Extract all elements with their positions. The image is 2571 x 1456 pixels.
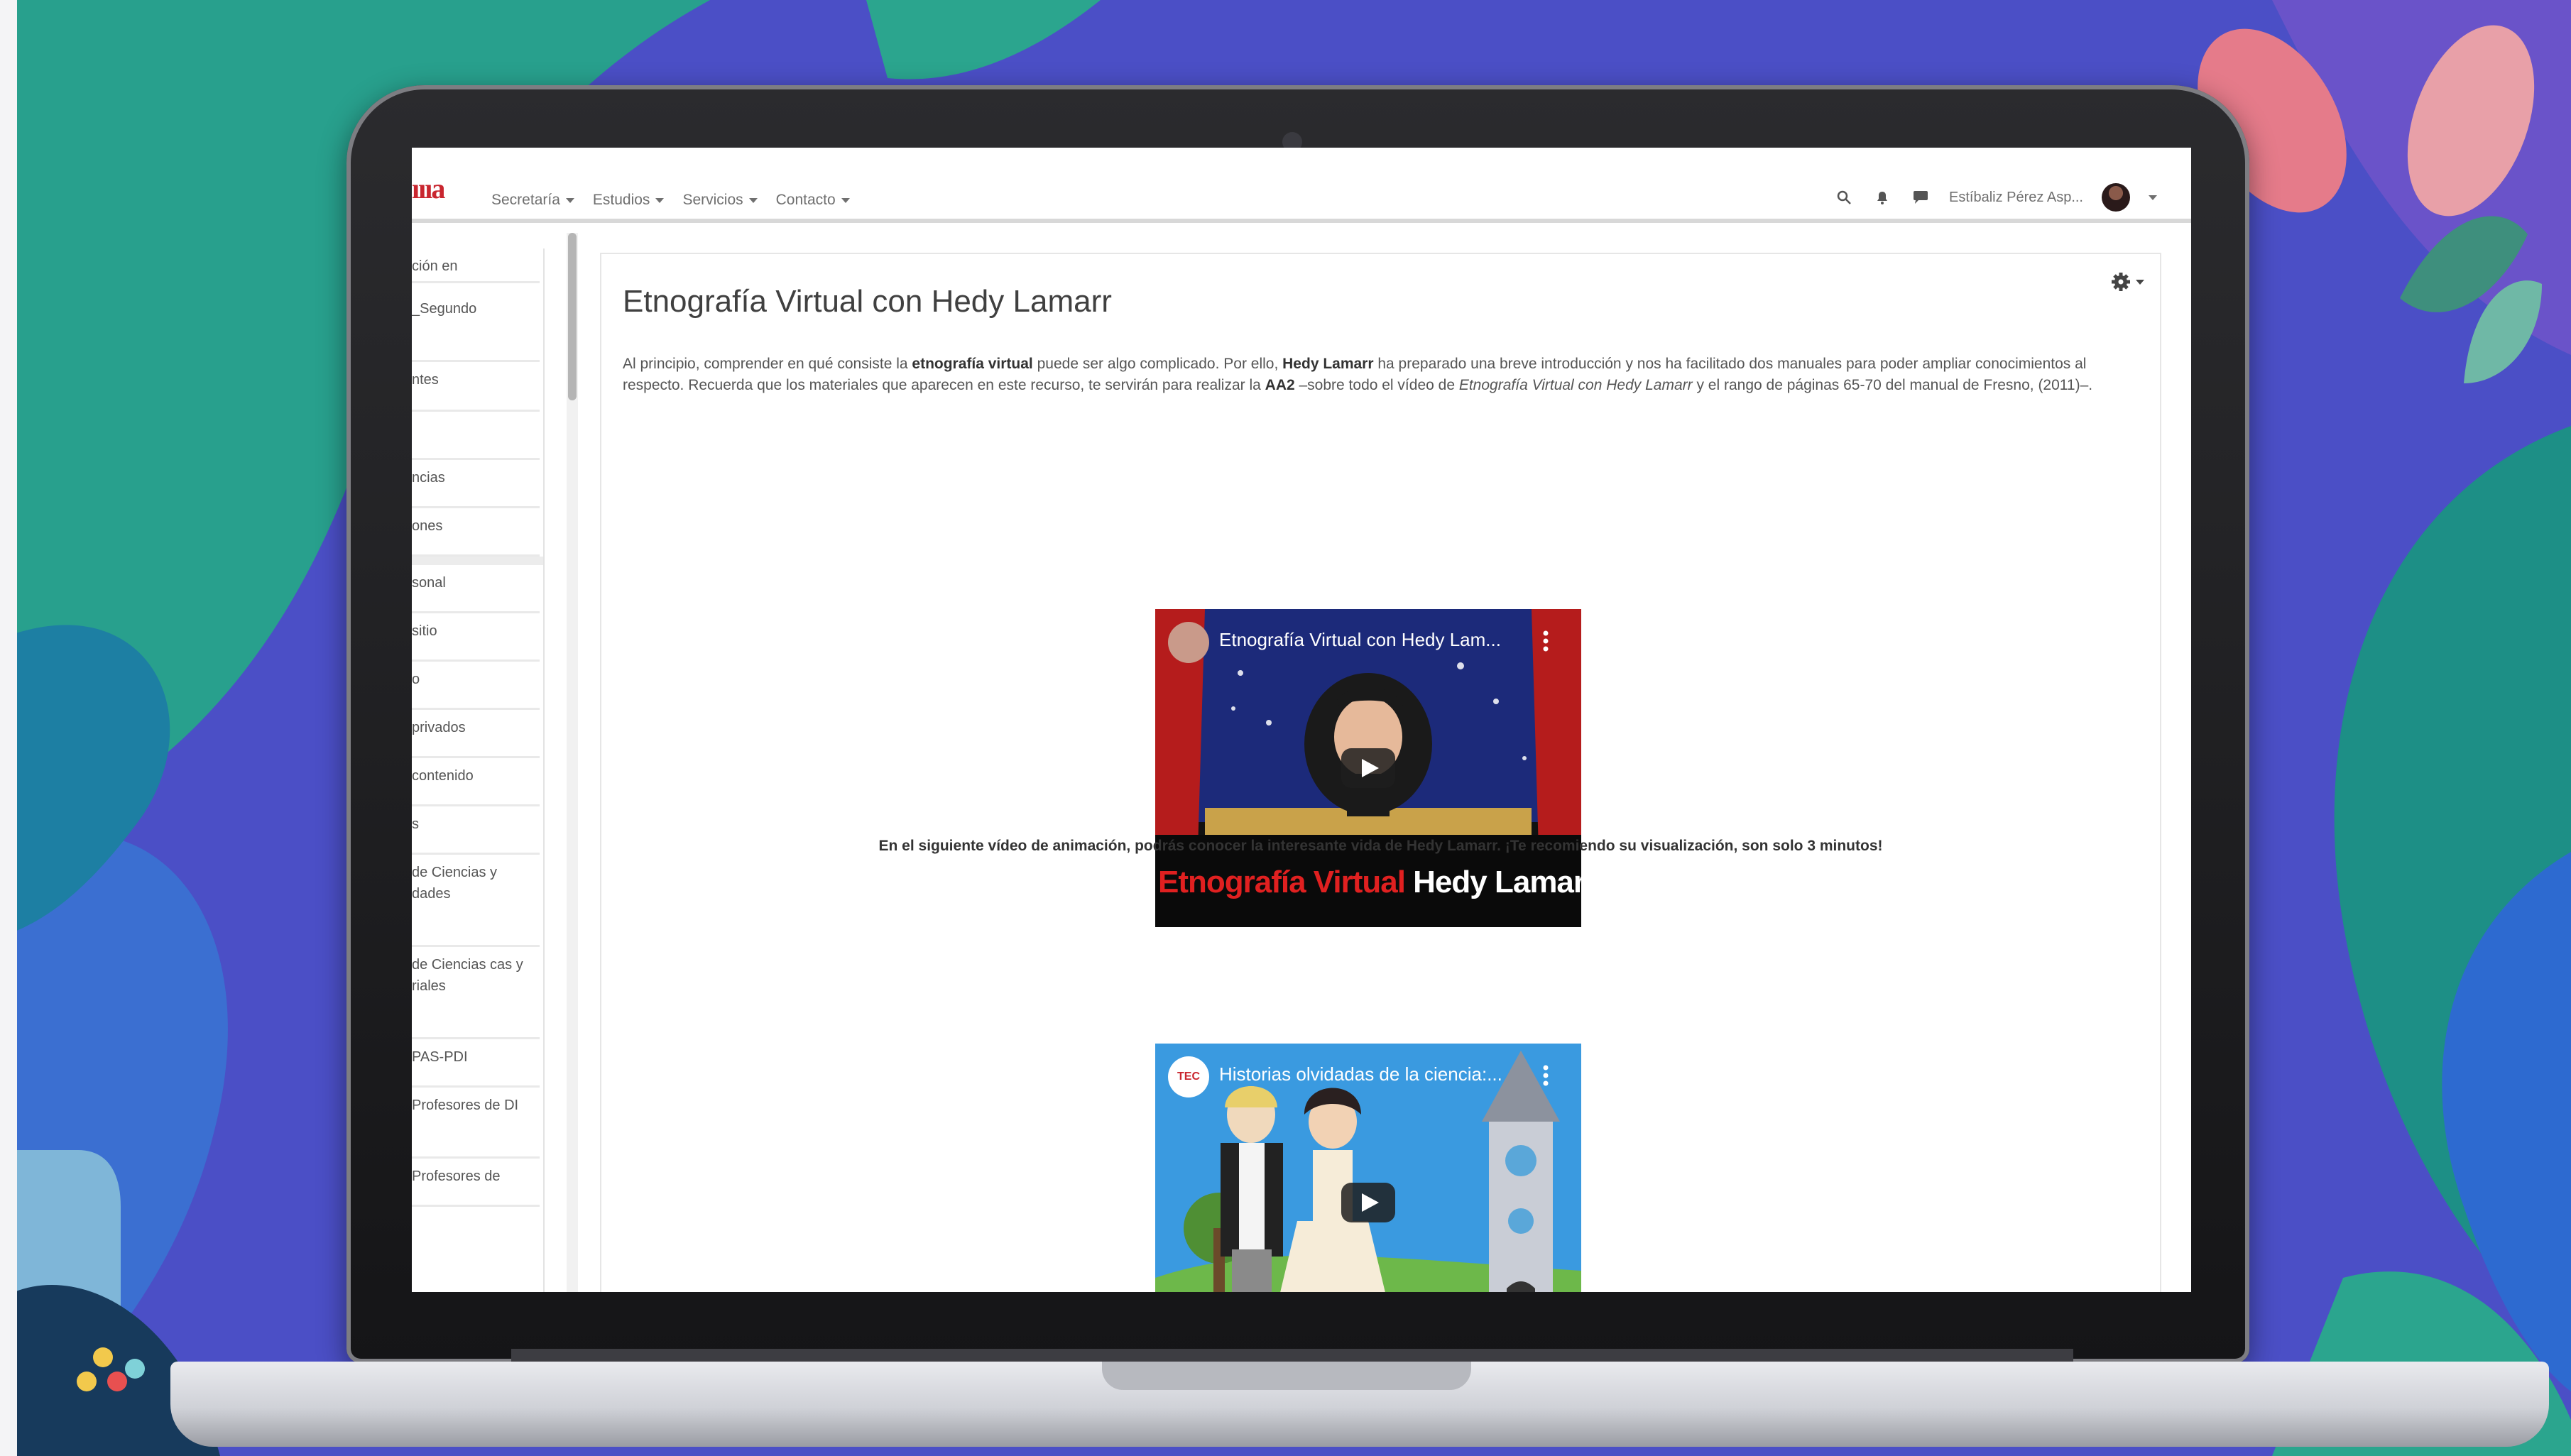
- channel-avatar[interactable]: [1168, 622, 1209, 663]
- sidebar-item[interactable]: privados: [412, 710, 540, 758]
- menu-servicios[interactable]: Servicios: [682, 192, 758, 209]
- search-icon[interactable]: [1834, 187, 1854, 207]
- sidebar-divider: [412, 557, 543, 565]
- channel-avatar[interactable]: TEC: [1168, 1056, 1209, 1098]
- chevron-down-icon: [2136, 279, 2144, 285]
- video-embed-historias[interactable]: TEC Historias olvidadas de la ciencia:..…: [1155, 1044, 1581, 1292]
- play-button[interactable]: [1341, 1183, 1395, 1222]
- main-menu: Secretaría Estudios Servicios Contacto: [491, 192, 850, 209]
- sidebar-item[interactable]: [412, 412, 540, 460]
- sidebar-item[interactable]: Profesores de: [412, 1159, 540, 1207]
- video-title[interactable]: Etnografía Virtual con Hedy Lam...: [1219, 629, 1501, 651]
- user-menu-chevron-icon[interactable]: [2149, 195, 2157, 200]
- page-title: Etnografía Virtual con Hedy Lamarr: [623, 284, 1112, 319]
- laptop-notch: [1102, 1362, 1471, 1390]
- sidebar-item[interactable]: sonal: [412, 565, 540, 613]
- sidebar-item[interactable]: de Ciencias cas y riales: [412, 947, 540, 1039]
- sidebar-item[interactable]: Profesores de DI: [412, 1088, 540, 1159]
- chevron-down-icon: [565, 197, 574, 203]
- intro-paragraph: Al principio, comprender en qué consiste…: [623, 356, 2093, 393]
- user-name[interactable]: Estíbaliz Pérez Asp...: [1949, 190, 2083, 206]
- site-logo[interactable]: ıııa: [412, 172, 445, 205]
- more-vertical-icon[interactable]: [1543, 630, 1549, 652]
- menu-secretaria[interactable]: Secretaría: [491, 192, 574, 209]
- sidebar-item[interactable]: contenido: [412, 758, 540, 806]
- video-caption: Etnografía Virtual Hedy Lamar: [1158, 865, 1581, 899]
- sidebar-item[interactable]: s: [412, 806, 540, 855]
- chevron-down-icon: [655, 197, 665, 203]
- sidebar-item[interactable]: PAS-PDI: [412, 1039, 540, 1088]
- video-intro-text: En el siguiente vídeo de animación, podr…: [878, 838, 1883, 854]
- settings-menu[interactable]: [2110, 271, 2144, 292]
- course-sidebar: ción en _Segundo ntes ncias ones sonal s…: [412, 248, 545, 1292]
- chat-icon[interactable]: [1911, 187, 1931, 207]
- bell-icon[interactable]: [1872, 187, 1892, 207]
- page-content: Etnografía Virtual con Hedy Lamarr Al pr…: [600, 253, 2161, 1292]
- sidebar-item[interactable]: _Segundo: [412, 291, 540, 362]
- menu-contacto[interactable]: Contacto: [776, 192, 850, 209]
- chevron-down-icon: [748, 197, 758, 203]
- sidebar-scrollbar-thumb[interactable]: [568, 233, 577, 400]
- sidebar-item[interactable]: ncias: [412, 460, 540, 508]
- menu-estudios[interactable]: Estudios: [593, 192, 665, 209]
- navbar-right: Estíbaliz Pérez Asp...: [1834, 183, 2157, 212]
- play-button[interactable]: [1341, 748, 1395, 788]
- top-navbar: ıııa Secretaría Estudios Servicios Conta…: [412, 148, 2191, 223]
- more-vertical-icon[interactable]: [1543, 1065, 1549, 1086]
- sidebar-item[interactable]: ones: [412, 508, 540, 557]
- avatar[interactable]: [2102, 183, 2130, 212]
- sidebar-item[interactable]: ción en: [412, 248, 540, 283]
- browser-screen: ıııa Secretaría Estudios Servicios Conta…: [412, 148, 2191, 1292]
- chevron-down-icon: [841, 197, 850, 203]
- sidebar-item[interactable]: sitio: [412, 613, 540, 662]
- video-title[interactable]: Historias olvidadas de la ciencia:...: [1219, 1063, 1502, 1085]
- sidebar-item[interactable]: de Ciencias y dades: [412, 855, 540, 947]
- sidebar-item[interactable]: o: [412, 662, 540, 710]
- video-embed-etnografia[interactable]: Etnografía Virtual con Hedy Lam... Etnog…: [1155, 609, 1581, 927]
- gear-icon: [2112, 273, 2130, 291]
- sidebar-item[interactable]: ntes: [412, 362, 540, 412]
